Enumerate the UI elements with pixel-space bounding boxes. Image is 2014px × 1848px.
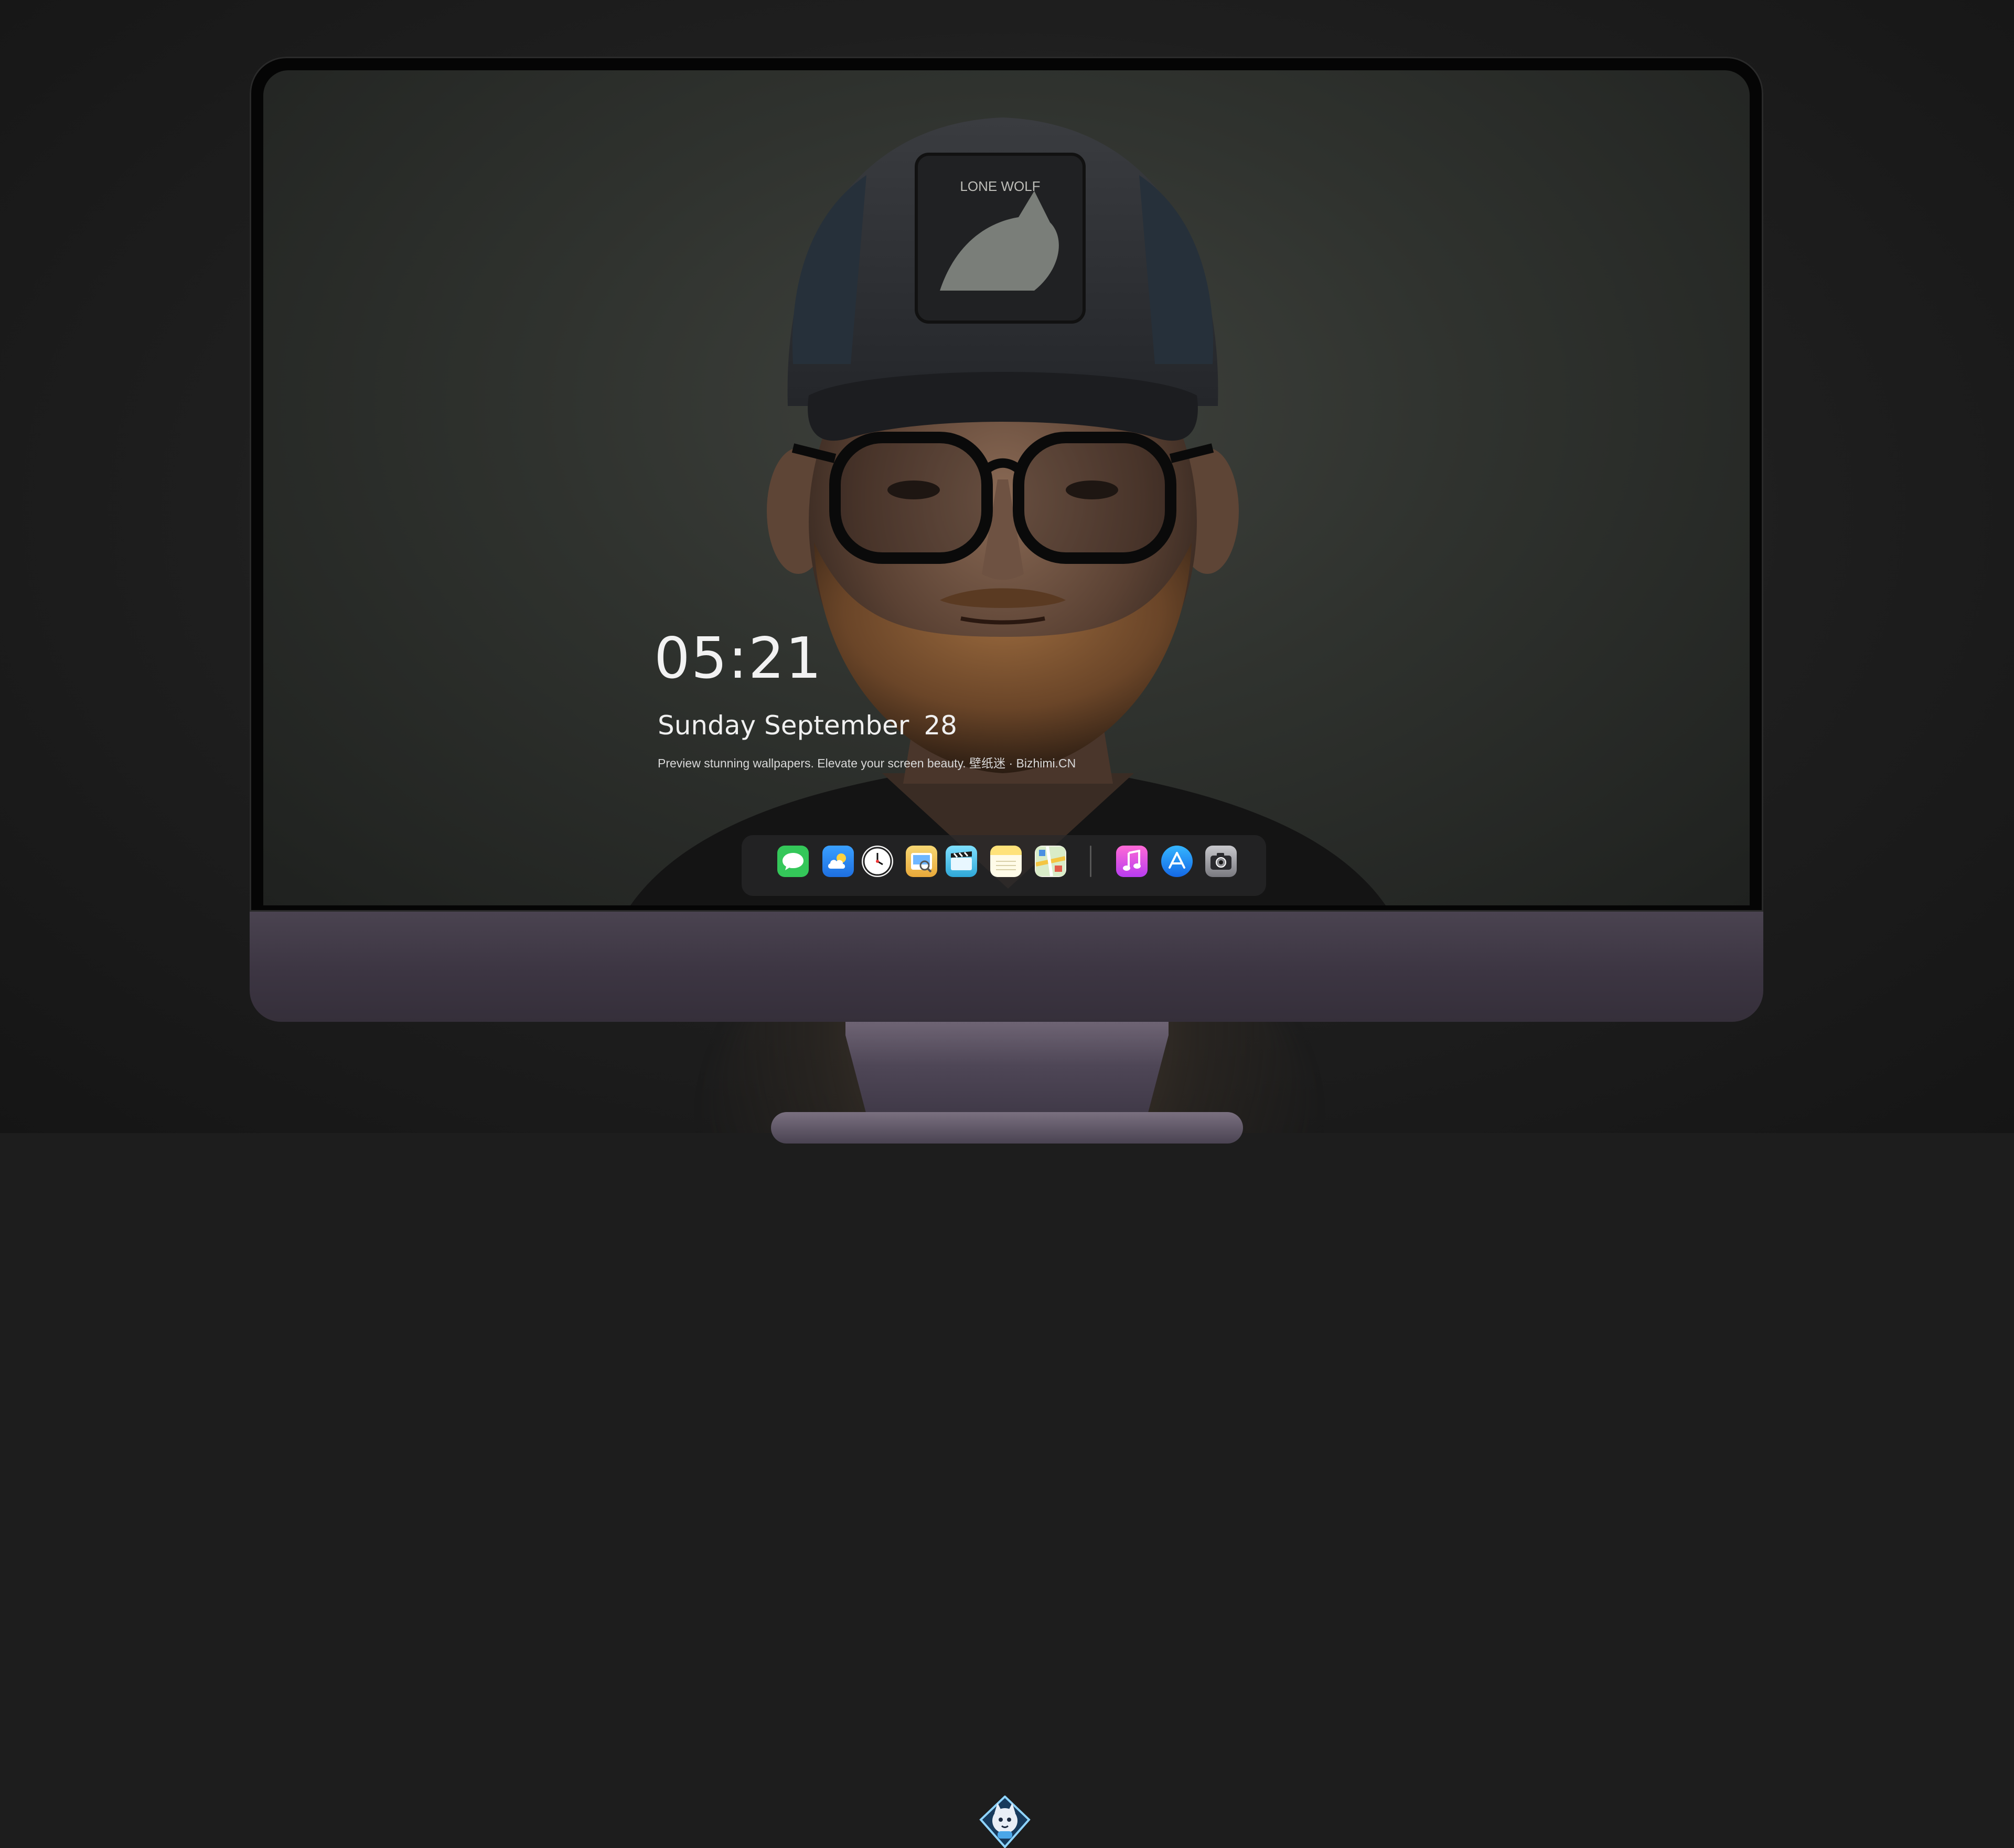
app-store-icon[interactable] xyxy=(1161,846,1193,877)
notes-icon[interactable] xyxy=(990,846,1022,877)
lock-date: Sunday September 28 xyxy=(658,712,957,739)
cap-patch-text: LONE WOLF xyxy=(960,178,1040,194)
music-icon[interactable] xyxy=(1116,846,1148,877)
weekday-label: Sunday xyxy=(658,710,756,741)
mascot-logo-icon xyxy=(979,1796,1031,1848)
day-number: 28 xyxy=(924,710,957,741)
dock-separator xyxy=(1090,846,1091,877)
maps-icon[interactable] xyxy=(1035,846,1066,877)
weather-icon[interactable] xyxy=(822,846,854,877)
preview-icon[interactable] xyxy=(906,846,937,877)
monitor-stand-base xyxy=(771,1112,1243,1144)
clock-icon[interactable] xyxy=(862,846,893,877)
month-label: September xyxy=(764,710,909,741)
lock-clock: 05:21 xyxy=(654,626,823,691)
lock-tagline: Preview stunning wallpapers. Elevate you… xyxy=(658,756,1076,770)
wallpaper-portrait: LONE WOLF xyxy=(630,117,1386,905)
video-editor-icon[interactable] xyxy=(946,846,977,877)
camera-icon[interactable] xyxy=(1205,846,1237,877)
messages-icon[interactable] xyxy=(777,846,809,877)
monitor-chin xyxy=(250,912,1763,1848)
desktop-screen: LONE WOLF 05:21 Sunday September 28 Previ… xyxy=(263,70,1750,905)
